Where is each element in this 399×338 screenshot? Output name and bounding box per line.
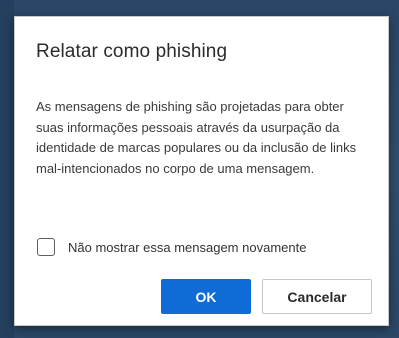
backdrop-edge — [0, 0, 14, 338]
report-phishing-dialog: Relatar como phishing As mensagens de ph… — [14, 16, 389, 326]
dont-show-again-option[interactable]: Não mostrar essa mensagem novamente — [37, 236, 306, 258]
dialog-title: Relatar como phishing — [36, 41, 228, 62]
cancel-button[interactable]: Cancelar — [262, 279, 372, 314]
dont-show-again-label: Não mostrar essa mensagem novamente — [68, 239, 307, 255]
dialog-message: As mensagens de phishing são projetadas … — [36, 99, 357, 176]
ok-button[interactable]: OK — [161, 279, 251, 314]
dont-show-again-checkbox[interactable] — [37, 238, 55, 256]
